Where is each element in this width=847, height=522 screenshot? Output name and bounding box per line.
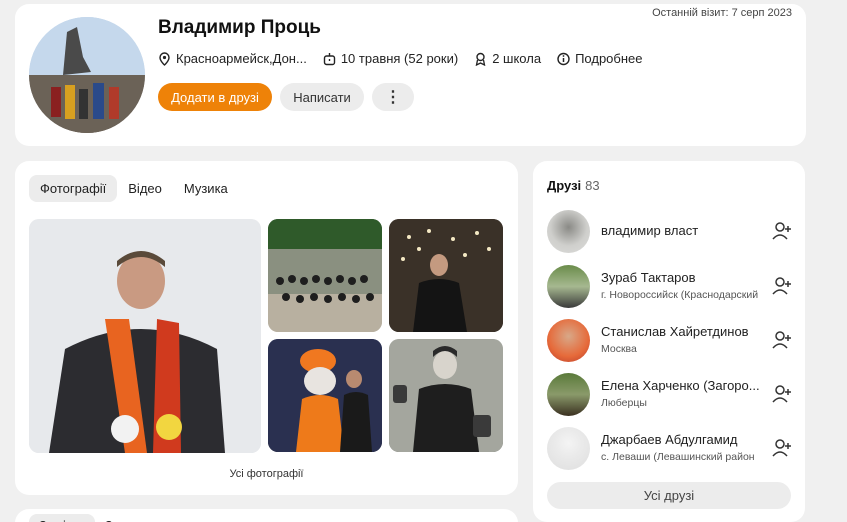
- add-friend-icon[interactable]: [771, 437, 793, 459]
- photo-thumb-mascot[interactable]: [268, 339, 382, 452]
- friend-avatar[interactable]: [547, 265, 590, 308]
- friend-name[interactable]: владимир власт: [601, 223, 763, 238]
- all-photos-link[interactable]: Усі фотографії: [15, 468, 518, 480]
- add-friend-button[interactable]: Додати в друзі: [158, 83, 272, 111]
- friend-location: Люберцы: [601, 397, 647, 409]
- friends-card: Друзі 83 владимир власт Зураб Тактаров г.…: [533, 161, 805, 522]
- info-icon: [557, 52, 570, 65]
- friends-header[interactable]: Друзі 83: [547, 178, 600, 193]
- friend-avatar[interactable]: [547, 373, 590, 416]
- friend-avatar[interactable]: [547, 427, 590, 470]
- all-friends-button[interactable]: Усі друзі: [547, 482, 791, 509]
- more-options-button[interactable]: ⋮: [372, 83, 414, 111]
- photo-main[interactable]: [29, 219, 261, 453]
- friend-item[interactable]: Елена Харченко (Загоро... Люберцы: [547, 373, 793, 417]
- more-info-item[interactable]: Подробнее: [557, 51, 643, 66]
- add-friend-icon[interactable]: [771, 220, 793, 242]
- friend-avatar[interactable]: [547, 319, 590, 362]
- friend-avatar[interactable]: [547, 210, 590, 253]
- friend-item[interactable]: Джарбаев Абдулгамид с. Леваши (Левашинск…: [547, 427, 793, 471]
- photo-thumb-gym[interactable]: [389, 339, 503, 452]
- friend-location: Москва: [601, 343, 637, 355]
- add-friend-icon[interactable]: [771, 383, 793, 405]
- photo-thumb-winter[interactable]: [389, 219, 503, 332]
- friend-item[interactable]: владимир власт: [547, 210, 793, 254]
- profile-name: Владимир Проць: [158, 17, 321, 38]
- location-item[interactable]: Красноармейск,Дон...: [158, 51, 307, 66]
- last-visit: Останній візит: 7 серп 2023: [652, 7, 792, 19]
- friends-count: 83: [585, 178, 600, 193]
- tab-music[interactable]: Музика: [173, 175, 239, 202]
- add-friend-icon[interactable]: [771, 275, 793, 297]
- profile-meta: Красноармейск,Дон... 10 травня (52 роки)…: [158, 51, 659, 66]
- friend-name[interactable]: Джарбаев Абдулгамид: [601, 432, 763, 447]
- tab-video[interactable]: Відео: [117, 175, 173, 202]
- friend-name[interactable]: Зураб Тактаров: [601, 270, 763, 285]
- friends-title: Друзі: [547, 178, 582, 193]
- friend-item[interactable]: Станислав Хайретдинов Москва: [547, 319, 793, 363]
- tab-photos[interactable]: Фотографії: [29, 175, 118, 202]
- more-info-text: Подробнее: [575, 51, 643, 66]
- profile-avatar[interactable]: [29, 17, 145, 133]
- birthday-text: 10 травня (52 роки): [340, 51, 459, 66]
- tab-notes[interactable]: Замітки: [29, 514, 95, 522]
- birthday-item: 10 травня (52 роки): [323, 51, 458, 66]
- friend-name[interactable]: Елена Харченко (Загоро...: [601, 378, 763, 393]
- notes-card: Замітки Захоплення: [15, 509, 518, 522]
- message-button[interactable]: Написати: [280, 83, 364, 111]
- school-text: 2 школа: [492, 51, 542, 66]
- photo-thumb-group[interactable]: [268, 219, 382, 332]
- friend-location: с. Леваши (Левашинский район: [601, 451, 755, 463]
- profile-card: Останній візит: 7 серп 2023 Владимир Про…: [15, 4, 806, 146]
- profile-actions: Додати в друзі Написати ⋮: [158, 83, 422, 111]
- location-text: Красноармейск,Дон...: [176, 51, 307, 66]
- school-icon: [475, 52, 486, 66]
- friend-location: г. Новороссийск (Краснодарский: [601, 289, 759, 301]
- school-item[interactable]: 2 школа: [474, 51, 541, 66]
- media-card: Фотографії Відео Музика Усі фотографії: [15, 161, 518, 495]
- friend-name[interactable]: Станислав Хайретдинов: [601, 324, 763, 339]
- notes-tabs: Замітки Захоплення: [29, 514, 187, 522]
- add-friend-icon[interactable]: [771, 329, 793, 351]
- location-pin-icon: [159, 51, 170, 66]
- media-tabs: Фотографії Відео Музика: [29, 175, 239, 202]
- tab-hobbies[interactable]: Захоплення: [95, 514, 187, 522]
- friend-item[interactable]: Зураб Тактаров г. Новороссийск (Краснода…: [547, 265, 793, 309]
- birthday-icon: [323, 52, 336, 65]
